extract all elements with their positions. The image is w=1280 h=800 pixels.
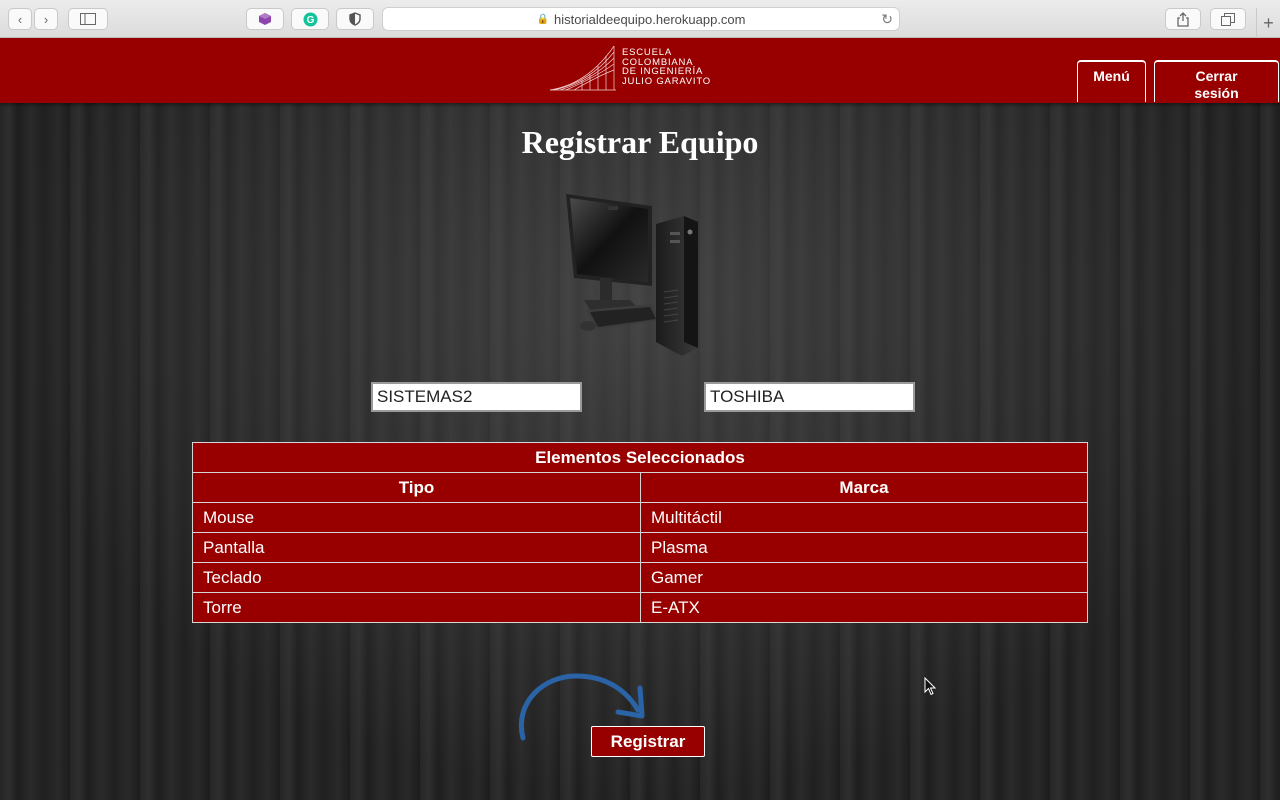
table-row[interactable]: Torre E-ATX [192, 592, 1088, 623]
table-row[interactable]: Teclado Gamer [192, 562, 1088, 593]
cell-marca: Gamer [640, 562, 1088, 593]
tabs-icon [1221, 12, 1235, 26]
grammarly-icon: G [303, 12, 317, 26]
selected-elements-table: Elementos Seleccionados Tipo Marca Mouse… [192, 442, 1088, 623]
shield-icon [349, 12, 361, 26]
forward-button[interactable]: › [34, 8, 58, 30]
menu-button[interactable]: Menú [1077, 60, 1146, 102]
equipment-brand-input[interactable] [704, 382, 915, 412]
computer-image [566, 194, 698, 356]
cell-tipo: Pantalla [192, 532, 641, 563]
cube-icon [259, 13, 271, 25]
svg-text:G: G [306, 15, 314, 26]
column-header-marca: Marca [640, 472, 1088, 503]
table-caption: Elementos Seleccionados [192, 442, 1088, 473]
equipment-name-input[interactable] [371, 382, 582, 412]
plus-icon: + [1263, 12, 1274, 33]
site-header: Escuela Colombiana de Ingeniería Julio G… [0, 38, 1280, 103]
page-content: Escuela Colombiana de Ingeniería Julio G… [0, 38, 1280, 800]
cell-tipo: Torre [192, 592, 641, 623]
extension-button-grammarly[interactable]: G [291, 8, 329, 30]
browser-toolbar: ‹ › G 🔒 historialdeequipo.herokuapp.com … [0, 0, 1280, 38]
logo-mark-icon [549, 45, 616, 91]
lock-icon: 🔒 [536, 13, 549, 25]
school-logo[interactable]: Escuela Colombiana de Ingeniería Julio G… [548, 44, 724, 92]
cell-marca: E-ATX [640, 592, 1088, 623]
extension-button-shield[interactable] [336, 8, 374, 30]
back-button[interactable]: ‹ [8, 8, 32, 30]
extension-button-cube[interactable] [246, 8, 284, 30]
reload-icon[interactable]: ↻ [881, 11, 893, 28]
cell-marca: Multitáctil [640, 502, 1088, 533]
page-title: Registrar Equipo [521, 124, 759, 160]
table-row[interactable]: Pantalla Plasma [192, 532, 1088, 563]
share-icon [1177, 11, 1189, 27]
mouse-cursor-icon [924, 677, 936, 696]
logout-label-line1: Cerrar [1195, 68, 1238, 84]
new-tab-button[interactable]: + [1256, 8, 1280, 38]
address-bar[interactable]: 🔒 historialdeequipo.herokuapp.com ↻ [382, 7, 900, 31]
back-icon: ‹ [17, 11, 23, 27]
sidebar-button[interactable] [68, 8, 108, 30]
logout-button[interactable]: Cerrar sesión [1154, 60, 1279, 102]
tabs-overview-button[interactable] [1210, 8, 1246, 30]
logout-label-line2: sesión [1194, 85, 1239, 101]
share-button[interactable] [1165, 8, 1201, 30]
forward-icon: › [43, 11, 49, 27]
cell-tipo: Teclado [192, 562, 641, 593]
table-row[interactable]: Mouse Multitáctil [192, 502, 1088, 533]
register-button[interactable]: Registrar [591, 726, 705, 757]
logo-text: Escuela Colombiana de Ingeniería Julio G… [622, 47, 711, 87]
cell-marca: Plasma [640, 532, 1088, 563]
column-header-tipo: Tipo [192, 472, 641, 503]
url-text: historialdeequipo.herokuapp.com [553, 11, 746, 27]
menu-label: Menú [1093, 68, 1130, 84]
cell-tipo: Mouse [192, 502, 641, 533]
sidebar-icon [80, 13, 96, 25]
